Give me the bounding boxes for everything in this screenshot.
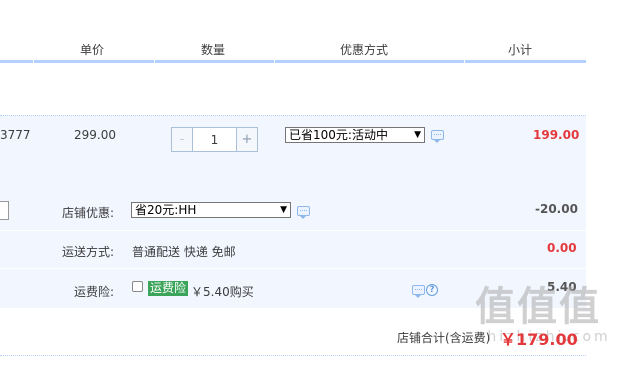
help-icon[interactable]: ? (426, 284, 438, 296)
header-divider (0, 60, 586, 63)
quantity-input[interactable]: 1 (193, 128, 236, 151)
message-input[interactable] (0, 201, 9, 220)
shop-discount-label: 店铺优惠: (62, 206, 115, 220)
shop-discount-select-value: 省20元:HH (135, 203, 197, 217)
item-subtotal: 199.00 (533, 128, 580, 142)
quantity-stepper: - 1 + (171, 127, 258, 152)
insurance-price: ￥5.40购买 (191, 285, 254, 299)
item-id-fragment: 3777 (0, 128, 31, 142)
insurance-checkbox[interactable] (132, 281, 143, 292)
total-divider (0, 355, 586, 356)
header-tick (33, 60, 34, 63)
chat-icon[interactable] (412, 285, 425, 298)
shop-total-value: ￥179.00 (500, 330, 578, 349)
header-discount-method: 优惠方式 (340, 43, 389, 57)
item-promo-select[interactable]: 已省100元:活动中 ▼ (285, 127, 425, 143)
shop-discount-select[interactable]: 省20元:HH ▼ (131, 202, 291, 218)
quantity-minus-button[interactable]: - (172, 128, 193, 151)
header-unit-price: 单价 (80, 43, 105, 57)
select-arrow-icon: ▼ (280, 205, 287, 215)
chat-icon[interactable] (431, 130, 444, 143)
header-tick (464, 60, 465, 63)
header-subtotal: 小计 (508, 43, 533, 57)
insurance-tag: 运费险 (148, 281, 189, 296)
shop-discount-value: -20.00 (535, 202, 578, 216)
insurance-label: 运费险: (74, 285, 115, 299)
header-tick (274, 60, 275, 63)
quantity-plus-button[interactable]: + (236, 128, 257, 151)
shop-total-label: 店铺合计(含运费) (397, 331, 491, 345)
header-quantity: 数量 (201, 43, 226, 57)
item-promo-select-value: 已省100元:活动中 (289, 128, 388, 142)
header-tick (154, 60, 155, 63)
row-divider (0, 230, 586, 231)
unit-price: 299.00 (74, 128, 116, 142)
select-arrow-icon: ▼ (414, 130, 421, 140)
row-divider (0, 268, 586, 269)
shipping-value: 0.00 (547, 241, 577, 255)
watermark-logo: 值值值 (475, 284, 601, 330)
shipping-method: 普通配送 快递 免邮 (132, 245, 236, 259)
chat-icon[interactable] (297, 206, 310, 219)
shipping-label: 运送方式: (62, 245, 115, 259)
